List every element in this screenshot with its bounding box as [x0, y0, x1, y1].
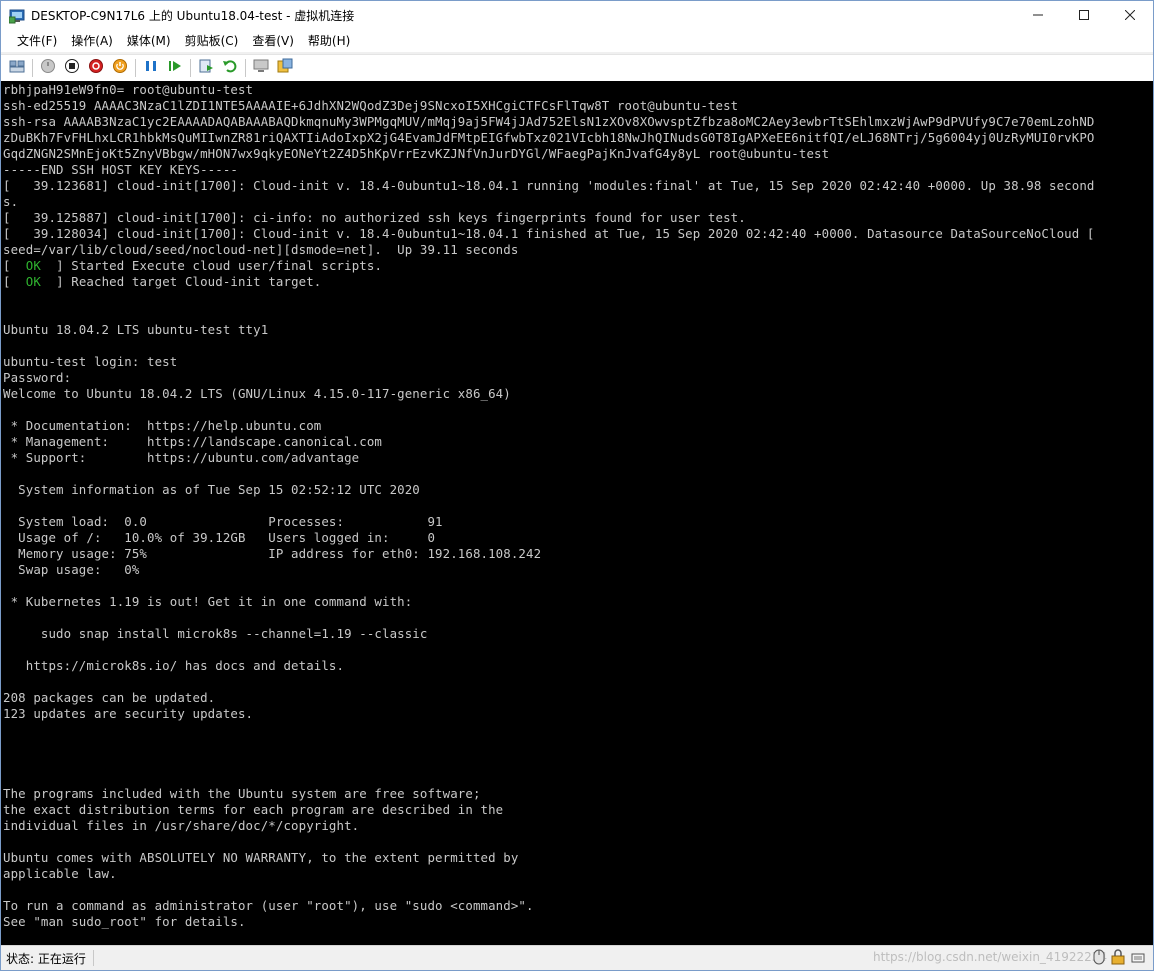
terminal-line: ssh-rsa AAAAB3NzaC1yc2EAAAADAQABAAABAQDk…	[3, 114, 1095, 129]
terminal-line: Ubuntu 18.04.2 LTS ubuntu-test tty1	[3, 322, 269, 337]
watermark: https://blog.csdn.net/weixin_41922234	[873, 950, 1108, 964]
power-button[interactable]	[108, 57, 132, 79]
terminal-line: Swap usage: 0%	[3, 562, 140, 577]
ctrl-alt-del-icon	[9, 58, 25, 78]
turn-off-icon	[64, 58, 80, 78]
shut-down-icon	[88, 58, 104, 78]
terminal-line: Password:	[3, 370, 72, 385]
terminal-line: individual files in /usr/share/doc/*/cop…	[3, 818, 360, 833]
menu-help[interactable]: 帮助(H)	[301, 30, 357, 52]
power-icon	[112, 58, 128, 78]
toolbar	[1, 54, 1153, 81]
toolbar-separator	[245, 59, 246, 77]
enhanced-session-button[interactable]	[249, 57, 273, 79]
vm-status: 状态: 正在运行	[6, 951, 86, 966]
terminal-line: ubuntu-test login: test	[3, 354, 178, 369]
terminal-ok-line: [ OK ] Started Execute cloud user/final …	[3, 258, 383, 273]
terminal-line: The programs included with the Ubuntu sy…	[3, 786, 481, 801]
vm-console[interactable]: rbhjpaH91eW9fn0= root@ubuntu-test ssh-ed2…	[1, 81, 1153, 945]
lock-icon	[1111, 949, 1125, 969]
revert-button[interactable]	[218, 57, 242, 79]
turn-off-button[interactable]	[60, 57, 84, 79]
pause-icon	[143, 58, 159, 78]
toolbar-separator	[190, 59, 191, 77]
checkpoint-button[interactable]	[194, 57, 218, 79]
share-icon	[277, 58, 293, 78]
start-button[interactable]	[36, 57, 60, 79]
status-separator	[93, 950, 94, 966]
resume-icon	[167, 58, 183, 78]
ok-message: Started Execute cloud user/final scripts…	[71, 258, 383, 273]
terminal-line: * Kubernetes 1.19 is out! Get it in one …	[3, 594, 413, 609]
resume-button[interactable]	[163, 57, 187, 79]
title-bar[interactable]: DESKTOP-C9N17L6 上的 Ubuntu18.04-test - 虚拟…	[1, 1, 1153, 30]
terminal-line: Welcome to Ubuntu 18.04.2 LTS (GNU/Linux…	[3, 386, 511, 401]
minimize-button[interactable]	[1015, 1, 1061, 30]
terminal-line: ssh-ed25519 AAAAC3NzaC1lZDI1NTE5AAAAIE+6…	[3, 98, 739, 113]
menu-file[interactable]: 文件(F)	[10, 30, 64, 52]
terminal-line: https://microk8s.io/ has docs and detail…	[3, 658, 345, 673]
terminal-line: * Support: https://ubuntu.com/advantage	[3, 450, 360, 465]
maximize-button[interactable]	[1061, 1, 1107, 30]
ok-status: OK	[25, 258, 41, 273]
terminal-line: See "man sudo_root" for details.	[3, 914, 246, 929]
terminal-line: zDuBKh7FvFHLhxLCR1hbkMsQuMIIwnZR81riQAXT…	[3, 130, 1095, 145]
terminal-line: Usage of /: 10.0% of 39.12GB Users logge…	[3, 530, 436, 545]
window-title: DESKTOP-C9N17L6 上的 Ubuntu18.04-test - 虚拟…	[31, 9, 355, 23]
terminal-line: [ 39.128034] cloud-init[1700]: Cloud-ini…	[3, 226, 1095, 241]
terminal-line: Ubuntu comes with ABSOLUTELY NO WARRANTY…	[3, 850, 519, 865]
terminal-line: System information as of Tue Sep 15 02:5…	[3, 482, 420, 497]
terminal-line: GqdZNGN2SMnEjoKt5ZnyVBbgw/mHON7wx9qkyEON…	[3, 146, 830, 161]
menu-bar: 文件(F) 操作(A) 媒体(M) 剪贴板(C) 查看(V) 帮助(H)	[1, 30, 1153, 52]
terminal-line: * Documentation: https://help.ubuntu.com	[3, 418, 322, 433]
terminal-line: Memory usage: 75% IP address for eth0: 1…	[3, 546, 542, 561]
ok-status: OK	[25, 274, 41, 289]
close-icon	[1124, 8, 1136, 24]
vm-connection-icon	[8, 8, 25, 24]
vm-connection-window: DESKTOP-C9N17L6 上的 Ubuntu18.04-test - 虚拟…	[0, 0, 1154, 971]
terminal-line: applicable law.	[3, 866, 117, 881]
terminal-line: To run a command as administrator (user …	[3, 898, 534, 913]
terminal-ok-line: [ OK ] Reached target Cloud-init target.	[3, 274, 322, 289]
ok-message: Reached target Cloud-init target.	[71, 274, 322, 289]
menu-clipboard[interactable]: 剪贴板(C)	[178, 30, 246, 52]
toolbar-separator	[32, 59, 33, 77]
status-bar: 状态: 正在运行 https://blog.csdn.net/weixin_41…	[1, 945, 1153, 970]
terminal-line: 208 packages can be updated.	[3, 690, 216, 705]
share-button[interactable]	[273, 57, 297, 79]
terminal-line: sudo snap install microk8s --channel=1.1…	[3, 626, 428, 641]
terminal-line: seed=/var/lib/cloud/seed/nocloud-net][ds…	[3, 242, 519, 257]
revert-icon	[222, 58, 238, 78]
mouse-icon	[1093, 949, 1105, 969]
terminal-line: -----END SSH HOST KEY KEYS-----	[3, 162, 238, 177]
maximize-icon	[1079, 8, 1089, 24]
terminal-line: [ 39.125887] cloud-init[1700]: ci-info: …	[3, 210, 746, 225]
terminal-line: [ 39.123681] cloud-init[1700]: Cloud-ini…	[3, 178, 1095, 193]
menu-media[interactable]: 媒体(M)	[120, 30, 178, 52]
minimize-icon	[1033, 8, 1043, 24]
close-button[interactable]	[1107, 1, 1153, 30]
terminal-line: the exact distribution terms for each pr…	[3, 802, 504, 817]
terminal-line: System load: 0.0 Processes: 91	[3, 514, 443, 529]
start-icon	[40, 58, 56, 78]
terminal-line: s.	[3, 194, 19, 209]
menu-view[interactable]: 查看(V)	[245, 30, 301, 52]
keyboard-icon	[1131, 949, 1145, 969]
pause-button[interactable]	[139, 57, 163, 79]
menu-action[interactable]: 操作(A)	[64, 30, 120, 52]
shut-down-button[interactable]	[84, 57, 108, 79]
enhanced-session-icon	[253, 58, 269, 78]
terminal-line: 123 updates are security updates.	[3, 706, 254, 721]
terminal-line: rbhjpaH91eW9fn0= root@ubuntu-test	[3, 82, 254, 97]
toolbar-separator	[135, 59, 136, 77]
checkpoint-icon	[198, 58, 214, 78]
ctrl-alt-del-button[interactable]	[5, 57, 29, 79]
terminal-line: * Management: https://landscape.canonica…	[3, 434, 382, 449]
